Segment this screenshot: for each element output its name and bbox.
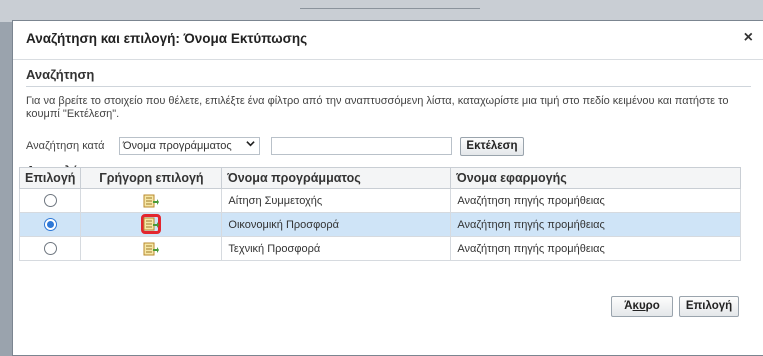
- quick-select-cell: [80, 212, 223, 237]
- application-name-cell: Αναζήτηση πηγής προμήθειας: [450, 236, 741, 261]
- background-window-strip: [0, 0, 763, 22]
- program-name-cell: Αίτηση Συμμετοχής: [221, 188, 452, 213]
- select-cell: [18, 212, 82, 237]
- row-radio[interactable]: [43, 194, 57, 207]
- results-table: Επιλογή Γρήγορη επιλογή Όνομα προγράμματ…: [18, 167, 741, 261]
- application-name-cell: Αναζήτηση πηγής προμήθειας: [450, 188, 741, 213]
- search-value-input[interactable]: [271, 137, 452, 155]
- quick-select-icon[interactable]: [141, 214, 162, 234]
- cancel-label-access-key: κυ: [632, 300, 646, 312]
- col-header-quick-select[interactable]: Γρήγορη επιλογή: [80, 167, 223, 189]
- dialog-titlebar: Αναζήτηση και επιλογή: Όνομα Εκτύπωσης ×: [13, 21, 763, 60]
- table-row[interactable]: Τεχνική Προσφορά Αναζήτηση πηγής προμήθε…: [18, 236, 741, 261]
- program-name-cell: Οικονομική Προσφορά: [221, 212, 452, 237]
- search-section-title: Αναζήτηση: [26, 67, 95, 82]
- quick-select-cell: [80, 188, 223, 213]
- search-filter-select[interactable]: Όνομα προγράμματος: [119, 137, 260, 155]
- quick-select-icon[interactable]: [140, 239, 162, 259]
- select-cell: [18, 188, 82, 213]
- cancel-label-start: Ά: [624, 300, 633, 312]
- select-cell: [18, 236, 82, 261]
- quick-select-icon[interactable]: [140, 191, 162, 211]
- search-divider: [26, 86, 751, 87]
- row-radio[interactable]: [43, 242, 57, 255]
- program-name-cell: Τεχνική Προσφορά: [221, 236, 452, 261]
- table-row[interactable]: Αίτηση Συμμετοχής Αναζήτηση πηγής προμήθ…: [18, 188, 741, 213]
- background-divider: [300, 8, 480, 9]
- col-header-select[interactable]: Επιλογή: [18, 167, 82, 189]
- chevron-down-icon: [246, 139, 255, 151]
- search-filter-value: Όνομα προγράμματος: [123, 140, 232, 152]
- table-row-selected[interactable]: Οικονομική Προσφορά Αναζήτηση πηγής προμ…: [18, 212, 741, 237]
- cancel-button[interactable]: Άκυρο: [611, 296, 673, 317]
- close-icon[interactable]: ×: [744, 29, 753, 47]
- select-button[interactable]: Επιλογή: [679, 296, 739, 317]
- col-header-application-name[interactable]: Όνομα εφαρμογής: [450, 167, 741, 189]
- cancel-label-end: ρο: [645, 300, 660, 312]
- row-radio-checked[interactable]: [43, 218, 57, 231]
- search-help-text: Για να βρείτε το στοιχείο που θέλετε, επ…: [26, 95, 729, 120]
- execute-button[interactable]: Εκτέλεση: [460, 137, 524, 156]
- dialog-title: Αναζήτηση και επιλογή: Όνομα Εκτύπωσης: [26, 31, 308, 46]
- search-by-label: Αναζήτηση κατά: [26, 140, 105, 152]
- application-name-cell: Αναζήτηση πηγής προμήθειας: [450, 212, 741, 237]
- quick-select-cell: [80, 236, 223, 261]
- results-header-row: Επιλογή Γρήγορη επιλογή Όνομα προγράμματ…: [18, 167, 741, 189]
- col-header-program-name[interactable]: Όνομα προγράμματος: [221, 167, 452, 189]
